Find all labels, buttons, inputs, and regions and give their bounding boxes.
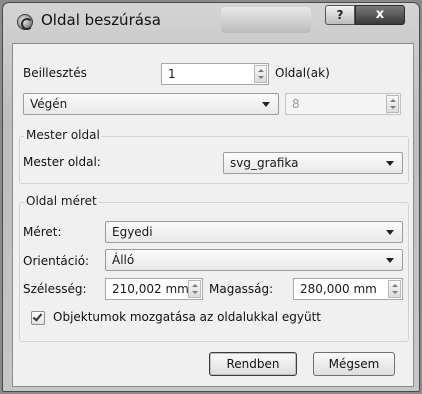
insert-label: Beillesztés: [23, 66, 87, 80]
page-number-spin-arrows[interactable]: [386, 95, 399, 113]
page-count-spinbox[interactable]: 1: [161, 63, 269, 85]
chevron-down-icon: [386, 161, 394, 166]
size-combo[interactable]: Egyedi: [105, 221, 403, 243]
width-spinbox[interactable]: 210,002 mm: [105, 278, 203, 300]
height-spin-arrows[interactable]: [388, 280, 401, 298]
chevron-down-icon: [386, 230, 394, 235]
width-value: 210,002 mm: [112, 282, 189, 296]
page-count-spin-arrows[interactable]: [254, 65, 267, 83]
chevron-down-icon: [386, 258, 394, 263]
height-value: 280,000 mm: [300, 282, 377, 296]
orientation-combo[interactable]: Álló: [105, 249, 403, 271]
height-spinbox[interactable]: 280,000 mm: [293, 278, 403, 300]
size-value: Egyedi: [112, 225, 153, 239]
move-objects-checkbox[interactable]: [31, 311, 45, 325]
orientation-value: Álló: [112, 253, 135, 267]
orientation-label: Orientáció:: [23, 254, 90, 268]
insert-position-combo[interactable]: Végén: [23, 93, 279, 115]
title-bar[interactable]: Oldal beszúrása ? x: [3, 3, 419, 39]
page-count-value: 1: [168, 67, 176, 81]
ok-button[interactable]: Rendben: [209, 352, 297, 376]
spin-down-icon[interactable]: [258, 76, 264, 79]
spin-up-icon[interactable]: [392, 284, 398, 287]
chevron-down-icon: [262, 102, 270, 107]
spin-up-icon[interactable]: [258, 69, 264, 72]
master-page-combo[interactable]: svg_grafika: [223, 152, 403, 174]
cancel-button[interactable]: Mégsem: [313, 352, 395, 376]
page-number-spinbox[interactable]: 8: [285, 93, 401, 115]
spin-down-icon[interactable]: [392, 291, 398, 294]
dialog-body: Beillesztés 1 Oldal(ak) Végén 8 Mester o…: [12, 43, 414, 387]
checkmark-icon: [32, 311, 43, 322]
height-label: Magasság:: [209, 282, 274, 296]
insert-position-value: Végén: [30, 97, 68, 111]
master-page-label: Mester oldal:: [23, 155, 101, 169]
close-button[interactable]: x: [355, 5, 405, 25]
width-spin-arrows[interactable]: [188, 280, 201, 298]
title-bar-glass: [221, 7, 311, 33]
dialog-title: Oldal beszúrása: [41, 11, 161, 29]
page-size-group-title: Oldal méret: [24, 194, 99, 208]
spin-down-icon[interactable]: [390, 106, 396, 109]
help-button[interactable]: ?: [325, 5, 355, 25]
size-label: Méret:: [23, 225, 62, 239]
master-page-group-title: Mester oldal: [24, 128, 102, 142]
insert-page-dialog: Oldal beszúrása ? x Beillesztés 1 Oldal(…: [2, 2, 420, 392]
master-page-value: svg_grafika: [230, 156, 299, 170]
move-objects-label[interactable]: Objektumok mozgatása az oldalukkal együt…: [53, 310, 321, 324]
spin-up-icon[interactable]: [192, 284, 198, 287]
close-icon: x: [375, 7, 385, 22]
spin-down-icon[interactable]: [192, 291, 198, 294]
width-label: Szélesség:: [23, 282, 87, 296]
pages-unit-label: Oldal(ak): [275, 66, 330, 80]
spin-up-icon[interactable]: [390, 99, 396, 102]
help-icon: ?: [336, 8, 344, 22]
app-icon: [17, 14, 33, 30]
page-number-value: 8: [292, 97, 300, 111]
